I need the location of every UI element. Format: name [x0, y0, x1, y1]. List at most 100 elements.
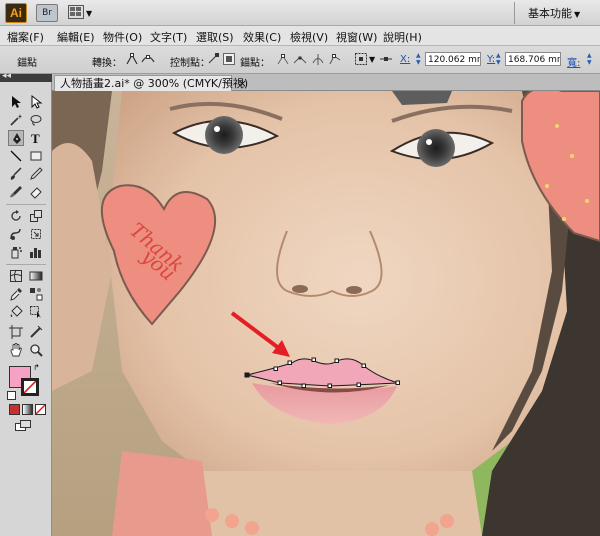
paintbrush-tool-icon[interactable] — [8, 166, 24, 182]
eye-highlight — [214, 126, 220, 132]
screen-mode-icon — [15, 420, 31, 431]
column-graph-tool-icon[interactable] — [28, 244, 44, 260]
menu-object[interactable]: 物件(O) — [103, 29, 142, 45]
workspace-switcher[interactable]: 基本功能 ▼ — [528, 5, 580, 21]
menu-bar: 檔案(F) 編輯(E) 物件(O) 文字(T) 選取(S) 效果(C) 檢視(V… — [0, 26, 600, 46]
control-bar: 錨點 轉換： 控制點： 錨點： ▼ X: ▲ ▼ 120.062 mr Y: ▲ ▼… — [0, 46, 600, 74]
iris-left — [205, 116, 243, 154]
pencil-tool-icon[interactable] — [28, 166, 44, 182]
none-mode-button[interactable] — [35, 404, 46, 415]
free-transform-tool-icon[interactable] — [28, 226, 44, 242]
arrange-documents-button[interactable]: ▼ — [68, 5, 94, 20]
none-slash-icon — [36, 405, 45, 414]
arrange-grid-icon — [68, 5, 84, 19]
color-mode-button[interactable] — [9, 404, 20, 415]
zoom-tool-icon[interactable] — [28, 342, 44, 358]
bridge-button[interactable]: Br — [36, 4, 58, 22]
transform-grid-icon[interactable] — [354, 52, 368, 66]
anchors-label: 錨點： — [240, 58, 270, 69]
slice-tool-icon[interactable] — [28, 324, 44, 340]
tools-panel: T ↱ — [0, 82, 52, 536]
handles-label: 控制點： — [170, 58, 210, 69]
eyedropper-tool-icon[interactable] — [8, 286, 24, 302]
selection-tool-icon[interactable] — [8, 94, 24, 110]
x-spinner[interactable]: ▲ ▼ — [416, 52, 424, 66]
mesh-tool-icon[interactable] — [8, 268, 24, 284]
live-paint-selection-tool-icon[interactable] — [28, 304, 44, 320]
rectangle-tool-icon[interactable] — [28, 148, 44, 164]
width-label: 寬: — [567, 58, 581, 69]
hair-top — [392, 91, 452, 105]
eraser-tool-icon[interactable] — [28, 184, 44, 200]
remove-anchor-icon[interactable] — [276, 52, 290, 66]
x-coordinate-label: X: — [400, 54, 411, 65]
magic-wand-tool-icon[interactable] — [8, 112, 24, 128]
isolate-icon[interactable] — [328, 52, 342, 66]
illustrator-logo: Ai — [5, 3, 27, 23]
type-tool-icon[interactable]: T — [28, 130, 44, 146]
canvas-artwork: Thank you — [52, 91, 600, 536]
rotate-tool-icon[interactable] — [8, 208, 24, 224]
connect-anchor-icon[interactable] — [293, 52, 307, 66]
hand-tool-icon[interactable] — [8, 342, 24, 358]
align-anchor-icon[interactable] — [379, 52, 393, 66]
lasso-tool-icon[interactable] — [28, 112, 44, 128]
y-spinner[interactable]: ▲ ▼ — [496, 52, 504, 66]
artboard-canvas[interactable]: Thank you — [52, 91, 600, 536]
none-slash-icon — [24, 381, 36, 393]
direct-selection-tool-icon[interactable] — [28, 94, 44, 110]
scale-tool-icon[interactable] — [28, 208, 44, 224]
width-spinner[interactable]: ▲ ▼ — [587, 52, 595, 66]
menu-file[interactable]: 檔案(F) — [7, 29, 44, 45]
symbol-sprayer-tool-icon[interactable] — [8, 244, 24, 260]
gradient-tool-icon[interactable] — [28, 268, 44, 284]
menu-effect[interactable]: 效果(C) — [243, 29, 281, 45]
default-colors-icon[interactable] — [7, 391, 16, 400]
chevron-down-icon: ▼ — [574, 10, 581, 19]
menu-select[interactable]: 選取(S) — [196, 29, 234, 45]
cut-path-icon[interactable] — [311, 52, 325, 66]
menu-edit[interactable]: 編輯(E) — [57, 29, 95, 45]
menu-help[interactable]: 說明(H) — [383, 29, 422, 45]
pen-tool-icon[interactable] — [8, 130, 24, 146]
chevron-down-icon: ▼ — [86, 9, 93, 18]
blob-brush-tool-icon[interactable] — [8, 184, 24, 200]
divider — [514, 2, 515, 24]
application-bar: Ai Br ▼ 基本功能 ▼ — [0, 0, 600, 26]
document-tab-bar: 人物插畫2.ai* @ 300% (CMYK/預視) × — [52, 74, 600, 91]
top-left — [112, 451, 212, 536]
stroke-swatch[interactable] — [21, 378, 39, 396]
y-coordinate-label: Y: — [487, 54, 496, 65]
chevron-down-icon[interactable]: ▼ — [369, 55, 375, 64]
show-handles-icon[interactable] — [206, 52, 220, 66]
menu-type[interactable]: 文字(T) — [150, 29, 187, 45]
anchor-point-label: 錨點 — [17, 58, 37, 69]
gradient-mode-button[interactable] — [22, 404, 33, 415]
nostril-left — [292, 285, 308, 293]
convert-corner-icon[interactable] — [125, 52, 139, 66]
x-coordinate-input[interactable]: 120.062 mr — [425, 52, 481, 66]
screen-mode-button[interactable] — [14, 420, 36, 432]
hide-handles-icon[interactable] — [222, 52, 236, 66]
close-icon[interactable]: × — [238, 76, 247, 91]
document-tab[interactable]: 人物插畫2.ai* @ 300% (CMYK/預視) × — [54, 75, 248, 91]
menu-window[interactable]: 視窗(W) — [336, 29, 377, 45]
divider — [6, 204, 46, 205]
convert-smooth-icon[interactable] — [141, 52, 155, 66]
workspace-label: 基本功能 — [528, 7, 572, 20]
warp-tool-icon[interactable] — [8, 226, 24, 242]
line-segment-tool-icon[interactable] — [8, 148, 24, 164]
svg-text:T: T — [31, 131, 40, 145]
tools-panel-header[interactable]: ◂◂ — [0, 71, 52, 82]
y-coordinate-input[interactable]: 168.706 mr — [505, 52, 561, 66]
artboard-tool-icon[interactable] — [8, 324, 24, 340]
convert-label: 轉換： — [92, 58, 122, 69]
swap-fill-stroke-icon[interactable]: ↱ — [33, 363, 40, 372]
blend-tool-icon[interactable] — [28, 286, 44, 302]
divider — [6, 264, 46, 265]
document-title: 人物插畫2.ai* @ 300% (CMYK/預視) — [60, 77, 249, 90]
menu-view[interactable]: 檢視(V) — [290, 29, 328, 45]
iris-right — [417, 129, 455, 167]
collapse-panel-icon[interactable]: ◂◂ — [2, 71, 11, 81]
live-paint-bucket-tool-icon[interactable] — [8, 304, 24, 320]
